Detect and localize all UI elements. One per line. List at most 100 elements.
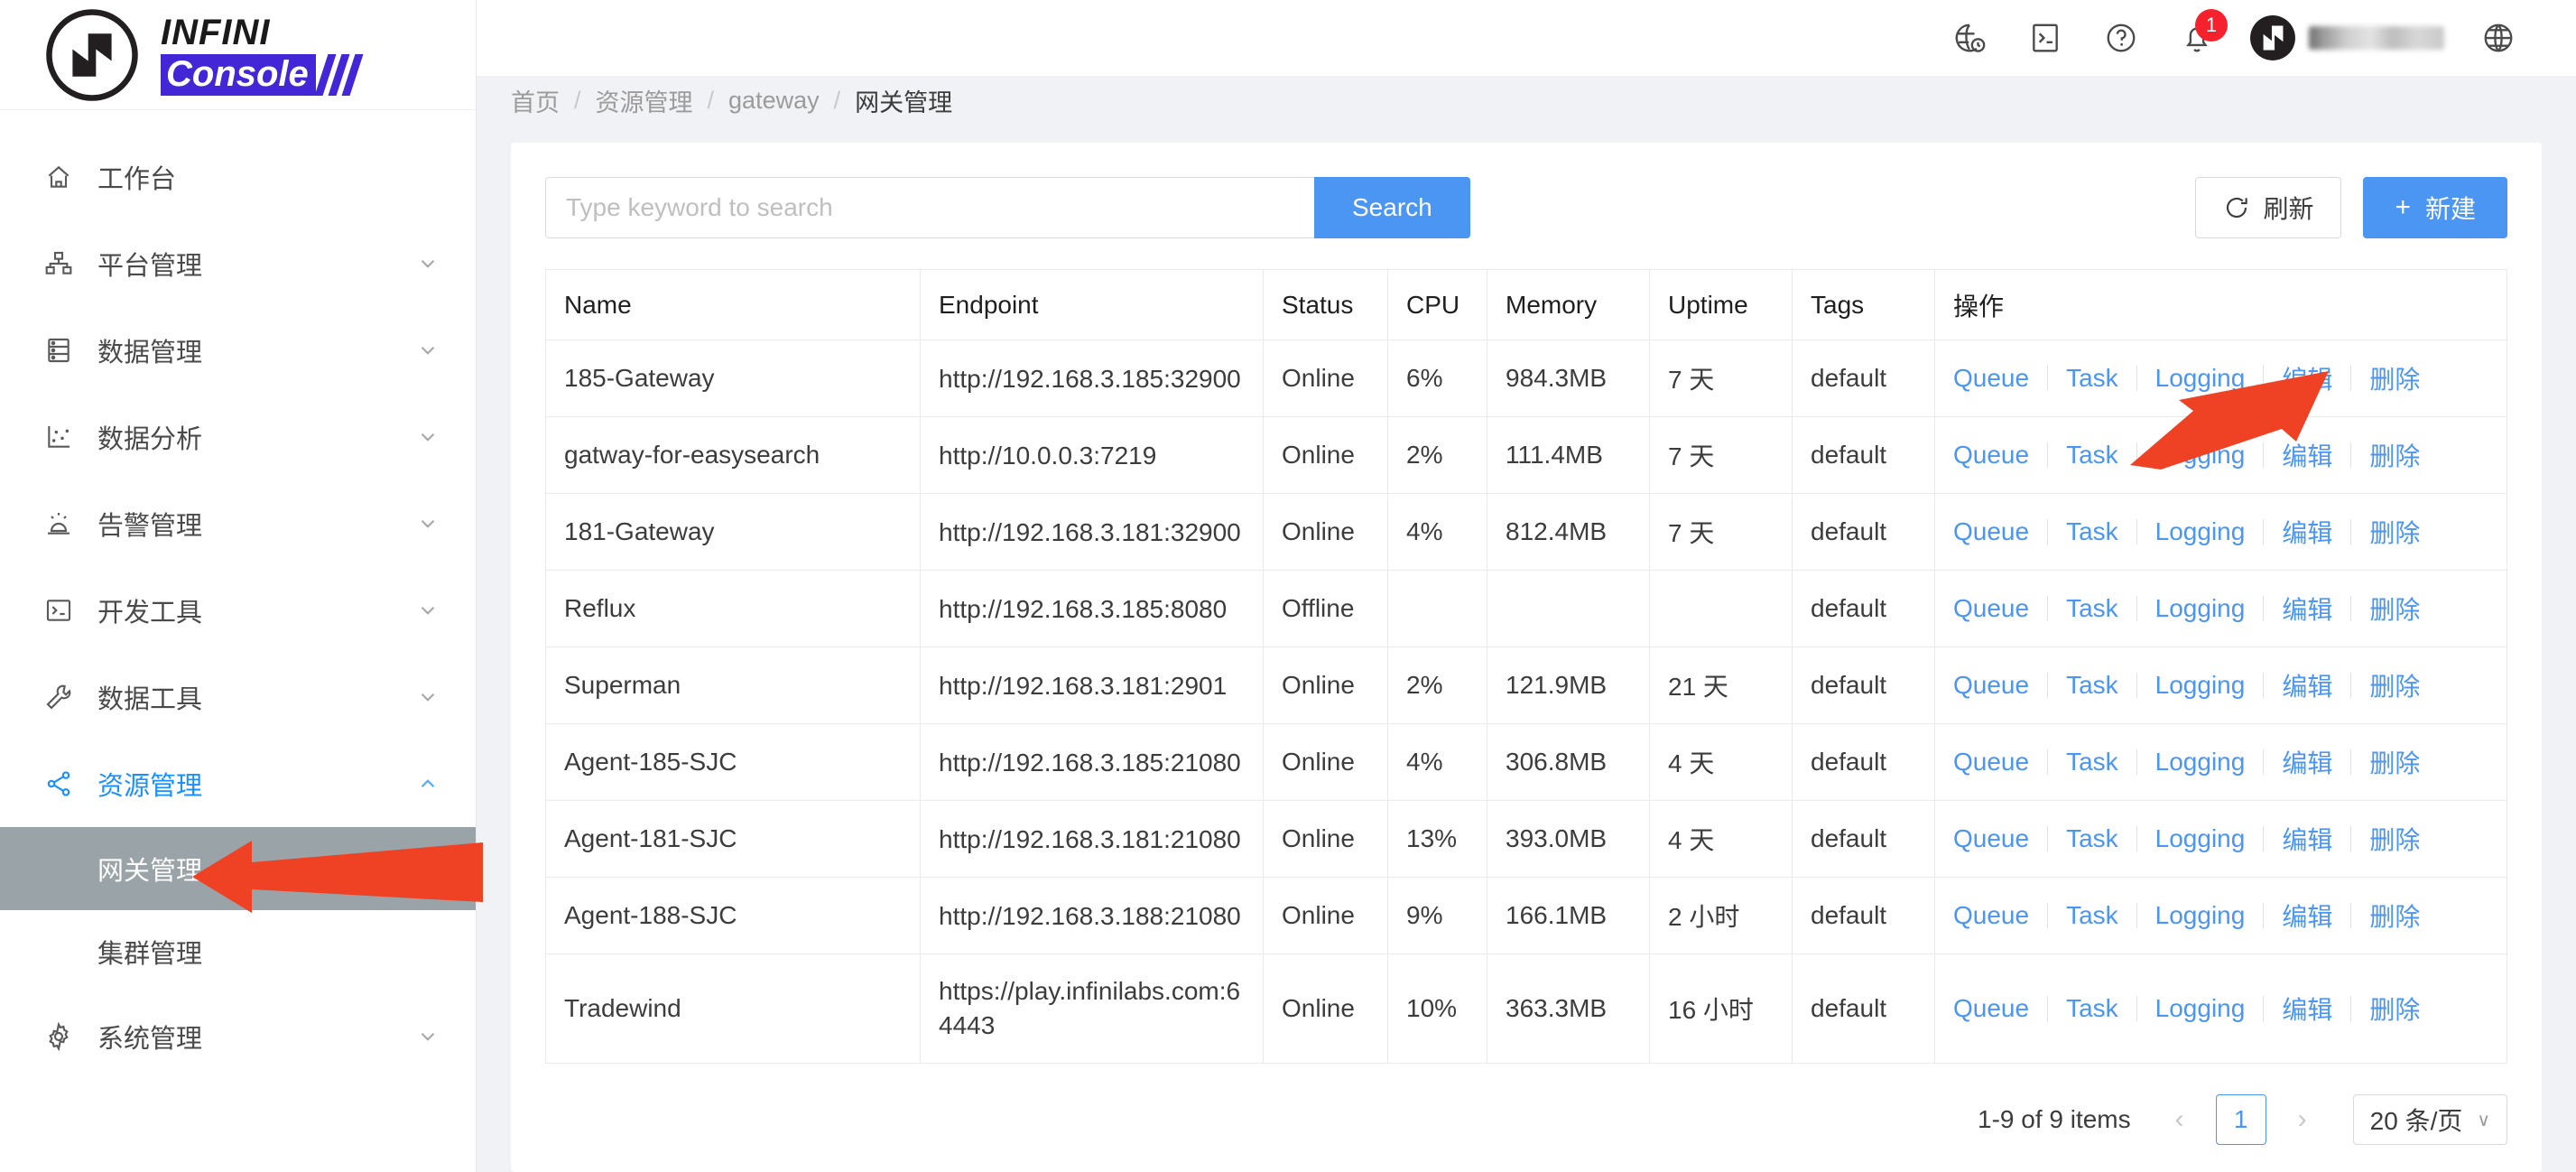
breadcrumb-separator: / [833,87,841,115]
action-link-queue[interactable]: Queue [1953,901,2029,930]
action-link-queue[interactable]: Queue [1953,441,2029,470]
action-link-queue[interactable]: Queue [1953,824,2029,853]
sidebar-item-alerting[interactable]: 告警管理 [0,480,476,567]
cell-actions: Queue Task Logging 编辑 删除 [1934,493,2507,572]
breadcrumb-item-gateway[interactable]: gateway [728,87,820,115]
action-link-logging[interactable]: Logging [2155,824,2246,853]
action-link-queue[interactable]: Queue [1953,594,2029,623]
cell-actions: Queue Task Logging 编辑 删除 [1934,953,2507,1064]
action-link-task[interactable]: Task [2066,901,2118,930]
action-link-编辑[interactable]: 编辑 [2282,821,2332,857]
cell-tags: default [1792,877,1935,955]
breadcrumb-item-resource[interactable]: 资源管理 [596,83,693,118]
cell-tags: default [1792,493,1935,572]
action-link-编辑[interactable]: 编辑 [2282,991,2332,1027]
create-button[interactable]: + 新建 [2363,177,2507,239]
cell-cpu: 2% [1387,646,1487,725]
bell-icon[interactable]: 1 [2159,0,2235,76]
action-divider [2263,903,2265,929]
action-link-删除[interactable]: 删除 [2369,991,2420,1027]
refresh-button[interactable]: 刷新 [2195,177,2342,239]
action-link-task[interactable]: Task [2066,748,2118,777]
action-link-删除[interactable]: 删除 [2369,898,2420,934]
cell-actions: Queue Task Logging 编辑 删除 [1934,416,2507,495]
pagination-prev-button[interactable]: ‹ [2160,1094,2200,1145]
search-input[interactable] [545,177,1314,239]
sidebar-item-gateway-management[interactable]: 网关管理 [0,827,476,910]
plus-icon: + [2395,192,2411,223]
cell-memory: 363.3MB [1487,953,1650,1064]
action-link-删除[interactable]: 删除 [2369,514,2420,550]
action-link-task[interactable]: Task [2066,594,2118,623]
action-link-编辑[interactable]: 编辑 [2282,898,2332,934]
user-menu[interactable] [2249,14,2444,61]
action-link-编辑[interactable]: 编辑 [2282,514,2332,550]
table-row: Reflux http://192.168.3.185:8080 Offline de… [545,570,2507,648]
sidebar-item-workbench[interactable]: 工作台 [0,134,476,220]
action-link-queue[interactable]: Queue [1953,364,2029,393]
action-link-logging[interactable]: Logging [2155,901,2246,930]
action-link-logging[interactable]: Logging [2155,748,2246,777]
action-link-queue[interactable]: Queue [1953,994,2029,1023]
action-link-编辑[interactable]: 编辑 [2282,744,2332,780]
action-link-删除[interactable]: 删除 [2369,667,2420,703]
action-link-logging[interactable]: Logging [2155,441,2246,470]
action-link-logging[interactable]: Logging [2155,994,2246,1023]
action-link-logging[interactable]: Logging [2155,517,2246,546]
action-link-删除[interactable]: 删除 [2369,821,2420,857]
brand-name-top: INFINI [161,12,271,52]
gateway-table: Name Endpoint Status CPU Memory Uptime T… [545,269,2507,1064]
table-row: 185-Gateway http://192.168.3.185:32900 Onl… [545,340,2507,418]
pagination-next-button[interactable]: › [2283,1094,2322,1145]
action-link-编辑[interactable]: 编辑 [2282,437,2332,473]
cell-endpoint: http://192.168.3.185:21080 [920,723,1264,802]
refresh-icon [2223,194,2250,221]
cell-memory [1487,570,1650,648]
sidebar-item-cluster-management[interactable]: 集群管理 [0,910,476,993]
action-link-编辑[interactable]: 编辑 [2282,667,2332,703]
page-size-select[interactable]: 20 条/页 ∨ [2352,1094,2507,1145]
action-link-queue[interactable]: Queue [1953,748,2029,777]
sidebar-item-platform[interactable]: 平台管理 [0,220,476,307]
sidebar-item-resource-management[interactable]: 资源管理 [0,740,476,827]
page-size-label: 20 条/页 [2369,1107,2463,1135]
action-link-logging[interactable]: Logging [2155,671,2246,700]
sidebar-item-data-tools[interactable]: 数据工具 [0,654,476,740]
help-icon[interactable] [2083,0,2159,76]
action-link-删除[interactable]: 删除 [2369,591,2420,627]
action-divider [2263,749,2265,776]
sidebar-subitem-label: 集群管理 [97,940,203,969]
cell-actions: Queue Task Logging 编辑 删除 [1934,800,2507,879]
pagination-page-1[interactable]: 1 [2215,1094,2266,1145]
sidebar-item-system-management[interactable]: 系统管理 [0,993,476,1080]
action-link-task[interactable]: Task [2066,824,2118,853]
globe-icon[interactable] [2460,0,2536,76]
action-link-task[interactable]: Task [2066,517,2118,546]
sidebar-item-dev-tools[interactable]: 开发工具 [0,567,476,654]
action-link-编辑[interactable]: 编辑 [2282,591,2332,627]
sidebar-item-data-analysis[interactable]: 数据分析 [0,394,476,480]
cell-cpu: 4% [1387,723,1487,802]
action-link-queue[interactable]: Queue [1953,517,2029,546]
cell-endpoint: https://play.infinilabs.com:64443 [920,953,1264,1064]
sidebar-item-data-management[interactable]: 数据管理 [0,307,476,394]
action-link-task[interactable]: Task [2066,441,2118,470]
action-link-删除[interactable]: 删除 [2369,437,2420,473]
console-icon[interactable] [2007,0,2083,76]
action-link-删除[interactable]: 删除 [2369,360,2420,396]
timezone-icon[interactable] [1932,0,2007,76]
action-link-删除[interactable]: 删除 [2369,744,2420,780]
action-link-task[interactable]: Task [2066,994,2118,1023]
action-link-queue[interactable]: Queue [1953,671,2029,700]
action-link-logging[interactable]: Logging [2155,594,2246,623]
brand-logo[interactable]: INFINI Console [0,0,476,110]
action-link-task[interactable]: Task [2066,364,2118,393]
breadcrumb-item-home[interactable]: 首页 [511,83,560,118]
sidebar-item-label: 告警管理 [97,512,203,541]
search-button[interactable]: Search [1314,177,1470,239]
action-link-logging[interactable]: Logging [2155,364,2246,393]
action-link-编辑[interactable]: 编辑 [2282,360,2332,396]
column-header-cpu: CPU [1387,269,1487,341]
table-row: Agent-185-SJC http://192.168.3.185:21080 O… [545,723,2507,802]
action-link-task[interactable]: Task [2066,671,2118,700]
